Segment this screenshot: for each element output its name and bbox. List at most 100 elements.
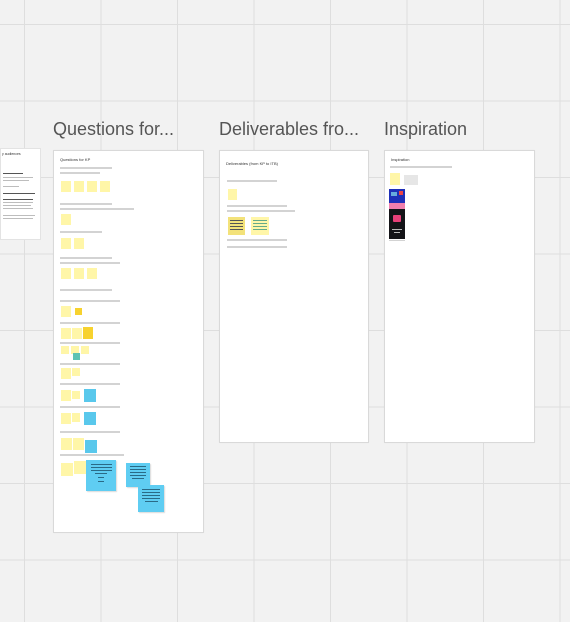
sticky-note[interactable]: [84, 412, 96, 425]
text-bar: [60, 322, 120, 324]
note-line: [3, 218, 33, 219]
text-bar: [60, 203, 112, 205]
sticky-note[interactable]: [72, 413, 80, 422]
text-bar: [389, 240, 405, 241]
sticky-note[interactable]: [61, 181, 71, 192]
sticky-text-line: [141, 489, 161, 490]
sticky-text-line: [141, 495, 161, 496]
text-bar: [227, 180, 277, 182]
text-bar: [227, 210, 295, 212]
text-bar: [60, 231, 102, 233]
frame-deliverables[interactable]: Deliverables (from KP to ITB): [219, 150, 369, 443]
sticky-note[interactable]: [61, 413, 71, 424]
sticky-text-line: [95, 473, 107, 474]
sticky-note[interactable]: [72, 391, 80, 399]
sticky-note[interactable]: [75, 308, 82, 315]
frame-inner-title: Deliverables (from KP to ITB): [226, 161, 278, 166]
large-sticky-note[interactable]: [138, 485, 164, 512]
deliverable-card[interactable]: [228, 217, 245, 235]
note-line: [3, 205, 31, 206]
sticky-text-line: [98, 481, 104, 482]
text-bar: [60, 167, 112, 169]
sticky-note[interactable]: [61, 238, 71, 249]
sticky-note[interactable]: [74, 181, 84, 192]
left-partial-note[interactable]: y audiences: [0, 148, 41, 240]
text-bar: [60, 208, 134, 210]
note-line: [3, 208, 33, 209]
sticky-text-line: [98, 477, 104, 478]
text-bar: [227, 246, 287, 248]
text-bar: [60, 289, 112, 291]
text-bar: [227, 205, 287, 207]
text-bar: [60, 454, 124, 456]
text-bar: [390, 166, 452, 168]
left-note-title: y audiences: [2, 152, 21, 156]
inspiration-image[interactable]: [389, 209, 405, 239]
text-bar: [60, 363, 120, 365]
text-bar: [60, 300, 120, 302]
deliverable-card[interactable]: [251, 217, 269, 235]
text-bar: [60, 406, 120, 408]
sticky-text-line: [141, 492, 161, 493]
sticky-note[interactable]: [87, 181, 97, 192]
sticky-note[interactable]: [81, 346, 89, 354]
frame-inspiration[interactable]: Inspiration: [384, 150, 535, 443]
frame-title-deliverables[interactable]: Deliverables fro...: [219, 119, 359, 140]
note-line: [3, 173, 23, 174]
frame-inner-title: Inspiration: [391, 157, 410, 162]
frame-title-questions[interactable]: Questions for...: [53, 119, 174, 140]
sticky-note[interactable]: [73, 353, 80, 360]
sticky-text-line: [129, 472, 147, 473]
note-line: [3, 180, 29, 181]
sticky-note[interactable]: [87, 268, 97, 279]
text-bar: [227, 239, 287, 241]
text-bar: [60, 431, 120, 433]
sticky-note[interactable]: [61, 390, 71, 401]
sticky-note[interactable]: [61, 306, 71, 317]
sticky-note[interactable]: [83, 327, 93, 339]
large-sticky-note[interactable]: [86, 460, 116, 491]
frame-questions[interactable]: Questions for KP: [53, 150, 204, 533]
text-bar: [60, 383, 120, 385]
sticky-note[interactable]: [74, 461, 86, 474]
sticky-note[interactable]: [74, 268, 84, 279]
sticky-note[interactable]: [100, 181, 110, 192]
image-placeholder[interactable]: [404, 175, 418, 185]
sticky-text-line: [144, 501, 158, 502]
sticky-note[interactable]: [61, 438, 72, 450]
text-bar: [60, 262, 120, 264]
note-line: [3, 186, 19, 187]
sticky-note[interactable]: [85, 440, 97, 453]
sticky-text-line: [90, 470, 112, 471]
large-sticky-note[interactable]: [126, 463, 150, 487]
inspiration-image[interactable]: [389, 189, 405, 203]
sticky-note[interactable]: [228, 189, 237, 200]
sticky-note[interactable]: [390, 173, 400, 185]
sticky-note[interactable]: [61, 346, 69, 354]
sticky-text-line: [129, 469, 147, 470]
sticky-note[interactable]: [61, 268, 71, 279]
sticky-note[interactable]: [61, 328, 71, 339]
note-line: [3, 202, 33, 203]
sticky-note[interactable]: [72, 328, 82, 339]
sticky-note[interactable]: [84, 389, 96, 402]
sticky-note[interactable]: [72, 368, 80, 376]
sticky-note[interactable]: [73, 438, 84, 450]
frame-inner-title: Questions for KP: [60, 157, 91, 162]
sticky-text-line: [129, 475, 147, 476]
note-line: [3, 215, 35, 216]
sticky-note[interactable]: [61, 463, 73, 476]
sticky-note[interactable]: [61, 214, 71, 225]
text-bar: [60, 342, 120, 344]
sticky-note[interactable]: [61, 368, 71, 379]
note-line: [3, 199, 33, 200]
text-bar: [60, 172, 100, 174]
note-line: [3, 177, 33, 178]
sticky-note[interactable]: [74, 238, 84, 249]
note-line: [3, 193, 35, 194]
sticky-text-line: [90, 467, 112, 468]
text-bar: [60, 257, 112, 259]
sticky-text-line: [141, 498, 161, 499]
sticky-text-line: [90, 464, 112, 465]
frame-title-inspiration[interactable]: Inspiration: [384, 119, 467, 140]
